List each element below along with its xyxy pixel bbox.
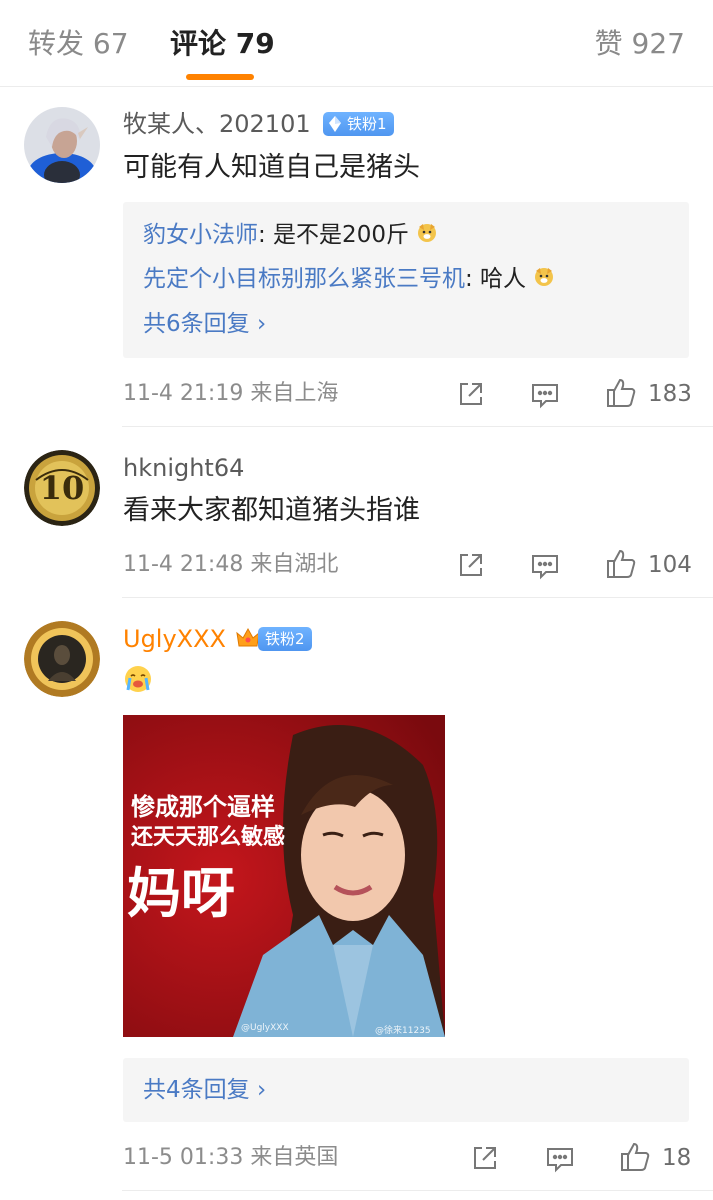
comment-tabs: 转发 67 评论 79 赞 927 bbox=[0, 0, 713, 87]
reply-item[interactable]: 豹女小法师: 是不是200斤 bbox=[143, 218, 438, 253]
reply-preview[interactable]: 豹女小法师: 是不是200斤 先定个小目标别那么紧张三号机: 哈人 共6条回复 … bbox=[123, 202, 689, 358]
share-icon[interactable] bbox=[468, 1141, 502, 1175]
tab-comment[interactable]: 评论 79 bbox=[170, 24, 275, 64]
divider bbox=[122, 597, 713, 598]
avatar[interactable] bbox=[24, 107, 100, 183]
shiba-emoji bbox=[416, 219, 438, 253]
image-watermark: @UglyXXX bbox=[241, 1023, 289, 1033]
crying-emoji bbox=[123, 664, 153, 705]
comment-username[interactable]: hknight64 bbox=[123, 452, 244, 484]
comment-icon[interactable] bbox=[543, 1141, 577, 1175]
thumb-up-icon[interactable] bbox=[604, 547, 638, 581]
comment-icon[interactable] bbox=[528, 548, 562, 582]
thumb-up-icon[interactable] bbox=[604, 376, 638, 410]
comment-icon[interactable] bbox=[528, 377, 562, 411]
tab-repost[interactable]: 转发 67 bbox=[28, 24, 129, 64]
reply-text: : 哈人 bbox=[465, 266, 527, 292]
more-replies-link[interactable]: 共6条回复 › bbox=[143, 307, 266, 341]
fan-badge: 铁粉2 bbox=[258, 627, 312, 651]
reply-username[interactable]: 先定个小目标别那么紧张三号机 bbox=[143, 266, 465, 292]
meme-caption: 还天天那么敏感 bbox=[131, 825, 286, 850]
tab-like[interactable]: 赞 927 bbox=[595, 24, 685, 64]
reply-text: : 是不是200斤 bbox=[258, 222, 409, 248]
comment-username[interactable]: 牧某人、202101 bbox=[123, 108, 311, 140]
divider bbox=[122, 426, 713, 427]
like-count: 183 bbox=[648, 381, 692, 407]
reply-item[interactable]: 先定个小目标别那么紧张三号机: 哈人 bbox=[143, 262, 555, 297]
comment-text bbox=[123, 664, 153, 705]
comment-meta: 11-4 21:19 来自上海 bbox=[123, 381, 339, 406]
fan-badge: 铁粉1 bbox=[323, 112, 394, 136]
like-count: 104 bbox=[648, 552, 692, 578]
divider bbox=[122, 1190, 713, 1191]
thumb-up-icon[interactable] bbox=[618, 1140, 652, 1174]
comment-meta: 11-5 01:33 来自英国 bbox=[123, 1145, 339, 1170]
meme-caption: 惨成那个逼样 bbox=[131, 793, 275, 821]
shiba-emoji bbox=[533, 263, 555, 297]
meme-caption: 妈呀 bbox=[127, 862, 235, 925]
comment-text: 可能有人知道自己是猪头 bbox=[123, 152, 420, 183]
comment-meta: 11-4 21:48 来自湖北 bbox=[123, 552, 339, 577]
share-icon[interactable] bbox=[454, 548, 488, 582]
comment-username[interactable]: UglyXXX bbox=[123, 623, 226, 655]
avatar[interactable] bbox=[24, 621, 100, 697]
reply-username[interactable]: 豹女小法师 bbox=[143, 222, 258, 248]
avatar[interactable]: 10 bbox=[24, 450, 100, 526]
share-icon[interactable] bbox=[454, 377, 488, 411]
active-tab-indicator bbox=[186, 74, 254, 80]
diamond-icon bbox=[327, 114, 343, 141]
comment-text: 看来大家都知道猪头指谁 bbox=[123, 495, 420, 526]
meme-image[interactable]: 惨成那个逼样 还天天那么敏感 妈呀 @UglyXXX @徐来11235 bbox=[123, 715, 445, 1037]
reply-preview[interactable]: 共4条回复 › bbox=[123, 1058, 689, 1122]
like-count: 18 bbox=[662, 1145, 692, 1171]
more-replies-link[interactable]: 共4条回复 › bbox=[143, 1073, 266, 1107]
image-watermark: @徐来11235 bbox=[375, 1026, 431, 1036]
